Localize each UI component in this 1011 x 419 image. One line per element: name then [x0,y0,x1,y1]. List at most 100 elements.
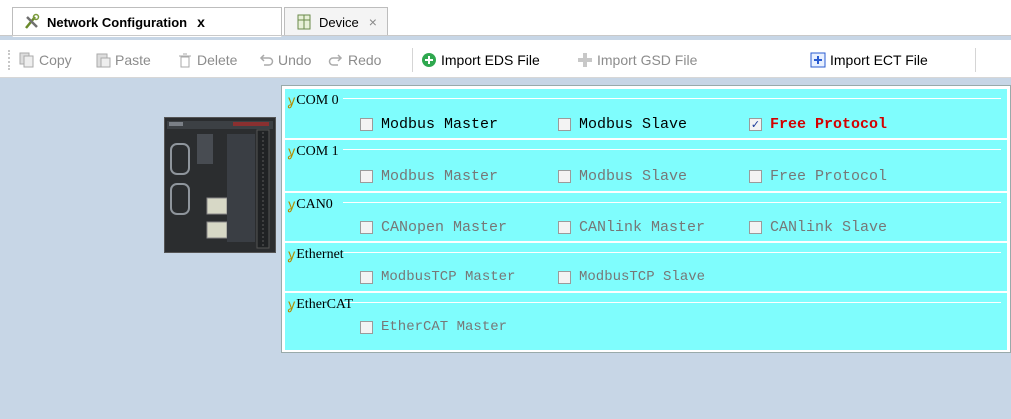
flag-icon: ỿ [288,297,296,313]
flag-icon: ỿ [288,247,296,263]
checkbox[interactable] [360,320,373,334]
option-free-protocol[interactable]: Free Protocol [749,168,887,185]
copy-label: Copy [39,52,72,68]
checkbox[interactable] [749,221,762,234]
device-icon [295,13,313,31]
import-gsd-label: Import GSD File [597,52,698,68]
group-title: ỿ Ethernet [288,245,344,264]
option-modbus-master[interactable]: Modbus Master [360,116,498,133]
toolbar-separator [975,48,976,72]
group-ethercat: ỿ EtherCAT EtherCAT Master [285,293,1007,350]
close-tab-icon[interactable]: x [197,14,205,30]
copy-button[interactable]: Copy [19,50,72,70]
checkbox[interactable] [558,270,571,284]
group-border [343,252,1001,253]
option-modbus-slave[interactable]: Modbus Slave [558,116,687,133]
option-ethercat-master[interactable]: EtherCAT Master [360,319,507,335]
paste-button[interactable]: Paste [95,50,151,70]
option-label: Free Protocol [770,168,888,185]
paste-label: Paste [115,52,151,68]
group-title-text: EtherCAT [296,296,354,312]
undo-label: Undo [278,52,312,68]
redo-icon [328,52,344,68]
group-ethernet: ỿ Ethernet ModbusTCP Master ModbusTCP Sla… [285,243,1007,293]
group-title: ỿ COM 0 [288,91,339,110]
option-label: CANlink Master [579,219,706,236]
tab-network-configuration[interactable]: Network Configuration x [12,7,282,37]
flag-icon: ỿ [288,144,296,160]
option-modbustcp-slave[interactable]: ModbusTCP Slave [558,269,705,285]
group-border [343,98,1001,99]
import-gsd-button[interactable]: Import GSD File [577,50,697,70]
tab-device[interactable]: Device × [284,7,388,36]
checkbox-checked[interactable]: ✓ [749,118,762,131]
checkbox[interactable] [558,170,571,183]
protocol-configuration-panel: ỿ COM 0 Modbus Master Modbus Slave ✓ Free … [281,85,1011,353]
undo-button[interactable]: Undo [258,50,311,70]
tab-label: Device [319,14,359,30]
checkbox[interactable] [749,170,762,183]
group-title: ỿ EtherCAT [288,295,353,314]
group-title-text: COM 0 [296,92,339,108]
group-border [343,149,1001,150]
redo-label: Redo [348,52,382,68]
checkbox[interactable] [360,118,373,131]
option-label: Modbus Slave [579,116,688,133]
option-label: Modbus Master [381,168,499,185]
close-tab-icon[interactable]: × [369,14,377,30]
option-label: ModbusTCP Slave [579,269,706,285]
copy-icon [19,52,35,68]
option-label: Modbus Master [381,116,499,133]
plc-device-image[interactable] [164,117,276,253]
checkbox[interactable] [558,221,571,234]
option-label: ModbusTCP Master [381,269,516,285]
group-can0: ỿ CAN0 CANopen Master CANlink Master CANl… [285,193,1007,243]
toolbar-separator [412,48,413,72]
checkbox[interactable] [360,170,373,183]
option-label: Free Protocol [770,116,888,133]
toolbar-grip[interactable] [8,50,12,70]
import-ect-label: Import ECT File [830,52,928,68]
group-com0: ỿ COM 0 Modbus Master Modbus Slave ✓ Free … [285,89,1007,140]
plus-icon [577,52,593,68]
checkbox[interactable] [360,221,373,234]
delete-button[interactable]: Delete [177,50,237,70]
option-label: CANopen Master [381,219,508,236]
group-title-text: Ethernet [296,246,344,262]
option-canlink-master[interactable]: CANlink Master [558,219,705,236]
option-modbustcp-master[interactable]: ModbusTCP Master [360,269,515,285]
flag-icon: ỿ [288,93,296,109]
document-tab-bar: Network Configuration x Device × [0,0,1011,37]
option-label: Modbus Slave [579,168,688,185]
option-free-protocol[interactable]: ✓ Free Protocol [749,116,887,133]
option-label: EtherCAT Master [381,319,508,335]
checkbox[interactable] [558,118,571,131]
tools-icon [23,13,41,31]
option-modbus-master[interactable]: Modbus Master [360,168,498,185]
paste-icon [95,52,111,68]
group-title: ỿ CAN0 [288,195,333,214]
import-eds-label: Import EDS File [441,52,540,68]
group-title-text: COM 1 [296,143,339,159]
add-box-icon [810,52,826,68]
tab-divider [0,35,1011,36]
group-border [343,202,1001,203]
tab-label: Network Configuration [47,14,188,30]
redo-button[interactable]: Redo [328,50,381,70]
group-title-text: CAN0 [296,196,333,212]
flag-icon: ỿ [288,197,296,213]
add-circle-icon [421,52,437,68]
group-title: ỿ COM 1 [288,142,339,161]
option-modbus-slave[interactable]: Modbus Slave [558,168,687,185]
option-canopen-master[interactable]: CANopen Master [360,219,507,236]
option-canlink-slave[interactable]: CANlink Slave [749,219,887,236]
delete-label: Delete [197,52,238,68]
checkbox[interactable] [360,270,373,284]
group-border [343,302,1001,303]
import-ect-button[interactable]: Import ECT File [810,50,928,70]
undo-icon [258,52,274,68]
toolbar: Copy Paste Delete Undo Redo Import EDS F… [0,40,1011,78]
import-eds-button[interactable]: Import EDS File [421,50,540,70]
option-label: CANlink Slave [770,219,888,236]
group-com1: ỿ COM 1 Modbus Master Modbus Slave Free P… [285,140,1007,193]
